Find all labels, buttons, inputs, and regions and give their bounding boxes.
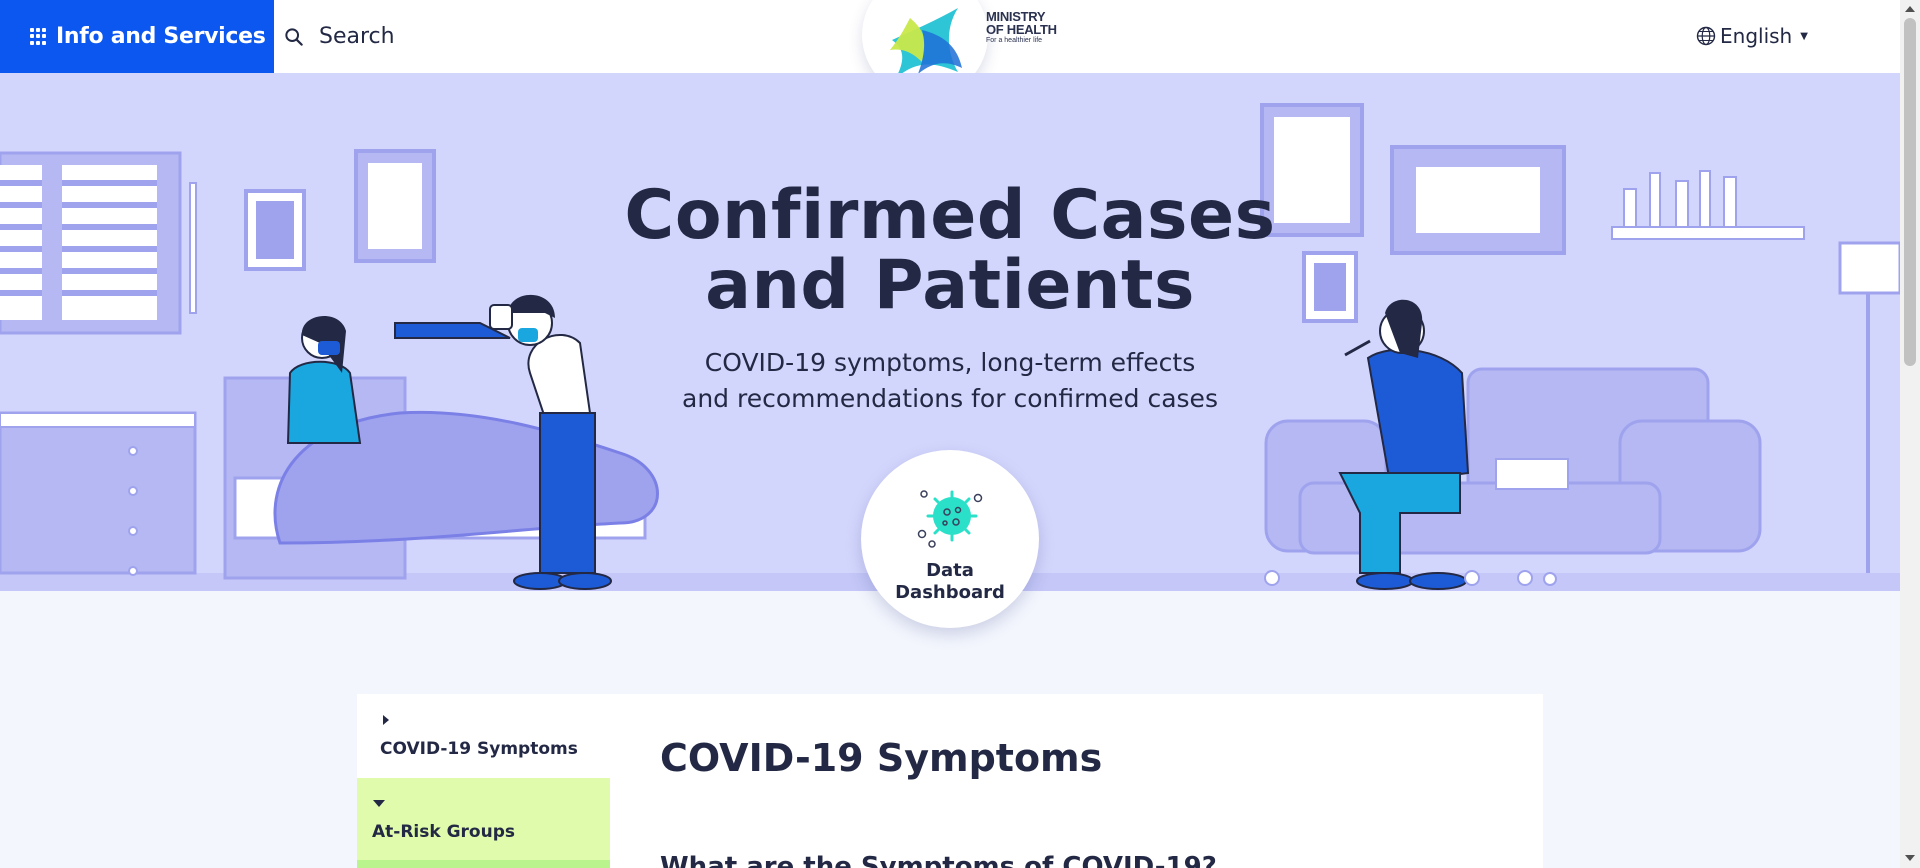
data-dashboard-button[interactable]: Data Dashboard (861, 450, 1039, 628)
info-and-services-label: Info and Services (56, 24, 266, 49)
scrollbar-thumb[interactable] (1904, 18, 1916, 366)
scroll-up-arrow-icon[interactable] (1905, 6, 1915, 12)
chevron-down-icon (373, 800, 385, 807)
globe-icon (1696, 26, 1716, 46)
language-selector[interactable]: English ▼ (1696, 24, 1808, 48)
top-navigation-bar: Info and Services Search MINISTRY OF HEA… (0, 0, 1900, 98)
side-navigation: COVID-19 Symptoms At-Risk Groups (357, 694, 610, 868)
window-illustration (0, 151, 197, 335)
chevron-right-icon (383, 715, 389, 725)
sidebar-item-label: At-Risk Groups (372, 822, 516, 842)
search-label: Search (319, 24, 395, 49)
search-button[interactable]: Search (285, 0, 395, 73)
language-label: English (1720, 24, 1793, 48)
sidebar-item-covid-symptoms[interactable]: COVID-19 Symptoms (357, 694, 610, 778)
virus-icon (917, 490, 983, 548)
apps-grid-icon (30, 27, 48, 46)
page-subtitle: COVID-19 symptoms, long-term effects and… (682, 348, 1218, 413)
section-subheading: What are the Symptoms of COVID-19? (660, 852, 1217, 868)
info-and-services-button[interactable]: Info and Services (0, 0, 274, 73)
logo-wordmark: MINISTRY OF HEALTH For a healthier life (986, 9, 1057, 44)
sidebar-item-at-risk-groups[interactable]: At-Risk Groups (357, 778, 610, 868)
search-icon (285, 27, 303, 46)
caret-down-icon: ▼ (1800, 30, 1808, 42)
page-title: Confirmed Cases and Patients (624, 176, 1276, 325)
scroll-down-arrow-icon[interactable] (1905, 855, 1915, 861)
content-card: COVID-19 Symptoms At-Risk Groups COVID-1… (357, 694, 1543, 868)
data-dashboard-label: Data Dashboard (895, 560, 1005, 603)
sidebar-item-label: COVID-19 Symptoms (380, 739, 578, 759)
page-scrollbar[interactable] (1900, 0, 1920, 868)
section-heading: COVID-19 Symptoms (660, 736, 1103, 780)
